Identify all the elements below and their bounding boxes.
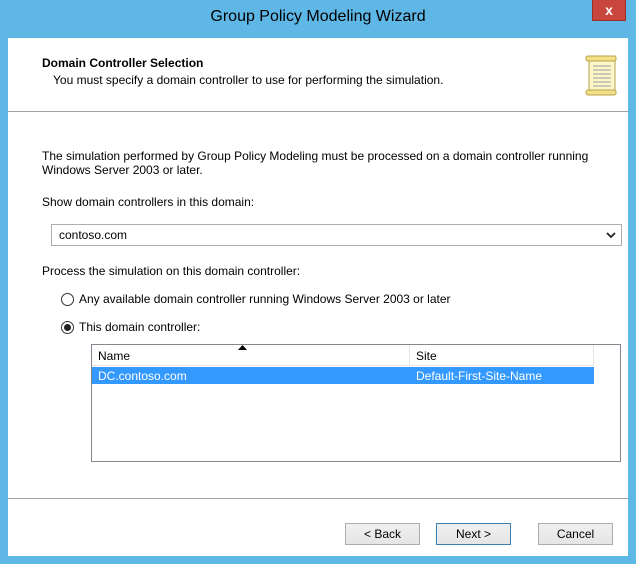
page-subtitle: You must specify a domain controller to … (53, 73, 444, 87)
radio-this-controller[interactable] (61, 321, 74, 334)
process-label: Process the simulation on this domain co… (42, 264, 301, 278)
radio-any-controller[interactable] (61, 293, 74, 306)
close-icon: x (605, 2, 613, 18)
window-title: Group Policy Modeling Wizard (210, 8, 426, 25)
list-item-site: Default-First-Site-Name (416, 369, 543, 383)
domain-label: Show domain controllers in this domain: (42, 195, 255, 209)
intro-text-line1: The simulation performed by Group Policy… (42, 149, 589, 163)
cancel-button[interactable]: Cancel (538, 523, 613, 545)
next-button[interactable]: Next > (436, 523, 511, 545)
domain-dropdown[interactable]: contoso.com (51, 224, 622, 246)
column-name-label: Name (98, 349, 131, 363)
radio-this-controller-label[interactable]: This domain controller: (79, 320, 200, 334)
radio-selected-dot (64, 324, 71, 331)
list-item[interactable]: DC.contoso.com Default-First-Site-Name (92, 367, 594, 384)
title-bar[interactable]: Group Policy Modeling Wizard x (0, 0, 636, 38)
column-header-name[interactable]: Name (92, 345, 410, 366)
wizard-window: Group Policy Modeling Wizard x Domain Co… (0, 0, 636, 564)
sort-ascending-icon (238, 345, 247, 350)
page-title: Domain Controller Selection (42, 56, 204, 70)
scroll-icon (585, 55, 617, 96)
chevron-down-icon (606, 232, 616, 239)
list-header: Name Site (92, 345, 620, 367)
radio-any-controller-label[interactable]: Any available domain controller running … (79, 292, 451, 306)
intro-text-line2: Windows Server 2003 or later. (42, 163, 203, 177)
list-item-name: DC.contoso.com (98, 369, 187, 383)
domain-dropdown-value: contoso.com (59, 228, 128, 242)
back-button[interactable]: < Back (345, 523, 420, 545)
wizard-client-area: Domain Controller Selection You must spe… (8, 38, 628, 556)
domain-controller-list[interactable]: Name Site DC.contoso.com Default-First-S… (91, 344, 621, 462)
footer-divider (8, 498, 628, 499)
close-button[interactable]: x (592, 0, 626, 21)
wizard-header: Domain Controller Selection You must spe… (8, 38, 628, 112)
column-site-label: Site (416, 349, 437, 363)
column-header-site[interactable]: Site (410, 345, 594, 366)
